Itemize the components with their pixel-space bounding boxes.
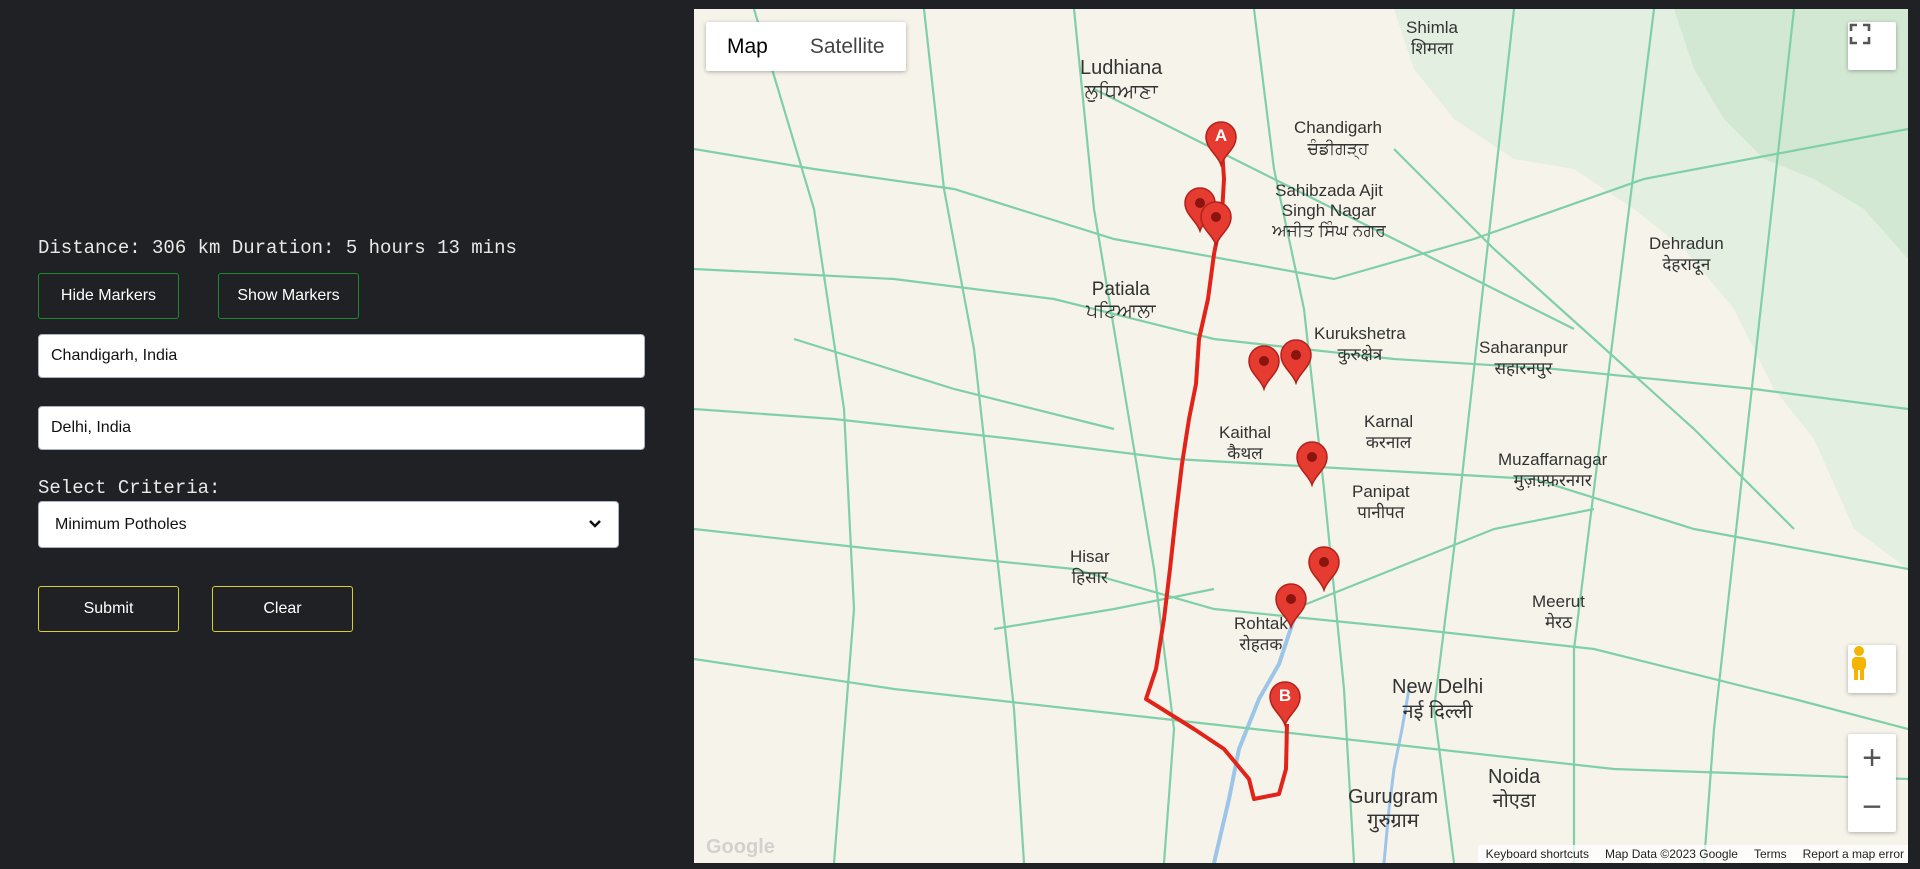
criteria-label: Select Criteria: <box>38 477 221 499</box>
plus-icon: + <box>1862 739 1882 777</box>
zoom-in-button[interactable]: + <box>1848 734 1896 783</box>
pothole-marker-icon[interactable] <box>1307 546 1341 592</box>
city-label-muzaffarnagar: Muzaffarnagar मुज़फ़्फ़रनगर <box>1498 450 1608 490</box>
route-summary: Distance: 306 km Duration: 5 hours 13 mi… <box>38 237 517 259</box>
city-label-dehradun: Dehradun देहरादून <box>1649 234 1724 274</box>
control-panel: Distance: 306 km Duration: 5 hours 13 mi… <box>0 0 690 869</box>
city-label-patiala: Patiala ਪਟਿਆਲਾ <box>1086 279 1156 322</box>
city-label-new-delhi: New Delhi नई दिल्ली <box>1392 676 1484 723</box>
report-map-error-link[interactable]: Report a map error <box>1803 845 1904 863</box>
show-markers-button[interactable]: Show Markers <box>218 273 359 319</box>
city-label-chandigarh: Chandigarh ਚੰਡੀਗੜ੍ਹ <box>1294 118 1382 158</box>
submit-button[interactable]: Submit <box>38 586 179 632</box>
terms-link[interactable]: Terms <box>1754 845 1787 863</box>
pothole-marker-icon[interactable] <box>1247 345 1281 391</box>
google-logo: Google <box>706 836 775 858</box>
city-label-karnal: Karnal करनाल <box>1364 412 1414 452</box>
city-label-sas-nagar: Sahibzada Ajit Singh Nagar ਅਜੀਤ ਸਿੰਘ ਨਗਰ <box>1272 181 1386 240</box>
pothole-marker-icon[interactable] <box>1279 339 1313 385</box>
city-label-meerut: Meerut मेरठ <box>1532 592 1585 632</box>
pothole-marker-icon[interactable] <box>1274 583 1308 629</box>
minus-icon: − <box>1862 788 1882 826</box>
city-label-ludhiana: Ludhiana ਲੁਧਿਆਣਾ <box>1080 57 1163 103</box>
clear-button[interactable]: Clear <box>212 586 353 632</box>
zoom-out-button[interactable]: − <box>1848 783 1896 832</box>
map-attribution-bar: Keyboard shortcuts Map Data ©2023 Google… <box>1477 845 1908 863</box>
city-label-gurugram: Gurugram गुरुग्राम <box>1348 786 1439 832</box>
city-label-kaithal: Kaithal कैथल <box>1219 423 1271 463</box>
map-type-satellite-button[interactable]: Satellite <box>789 22 906 71</box>
pothole-marker-icon[interactable] <box>1295 441 1329 487</box>
keyboard-shortcuts-link[interactable]: Keyboard shortcuts <box>1486 845 1589 863</box>
zoom-control: + − <box>1848 734 1896 832</box>
city-label-shimla: Shimla शिमला <box>1406 18 1458 58</box>
city-label-kurukshetra: Kurukshetra कुरुक्षेत्र <box>1314 324 1406 364</box>
pothole-marker-icon[interactable] <box>1199 201 1233 247</box>
criteria-selected-value: Minimum Potholes <box>55 515 187 533</box>
destination-input[interactable] <box>38 406 645 450</box>
marker-a-label: A <box>1214 126 1228 145</box>
city-label-hisar: Hisar हिसार <box>1070 547 1110 587</box>
marker-b-label: B <box>1278 686 1292 705</box>
map-canvas[interactable]: Ludhiana ਲੁਧਿਆਣਾ Shimla शिमला Chandigarh ਚੰ… <box>694 9 1908 863</box>
chevron-down-icon <box>588 516 602 534</box>
hide-markers-button[interactable]: Hide Markers <box>38 273 179 319</box>
map-data-text: Map Data ©2023 Google <box>1605 847 1738 861</box>
city-label-saharanpur: Saharanpur सहारनपुर <box>1479 338 1568 378</box>
criteria-select[interactable]: Minimum Potholes <box>38 501 619 548</box>
city-label-panipat: Panipat पानीपत <box>1352 482 1410 522</box>
fullscreen-button[interactable] <box>1848 22 1896 70</box>
map-type-control: Map Satellite <box>706 22 906 71</box>
city-label-noida: Noida नोएडा <box>1488 766 1541 812</box>
origin-input[interactable] <box>38 334 645 378</box>
street-view-pegman-button[interactable] <box>1848 645 1896 693</box>
map-type-map-button[interactable]: Map <box>706 22 789 71</box>
